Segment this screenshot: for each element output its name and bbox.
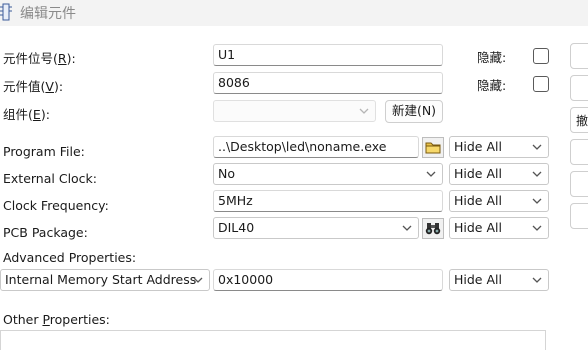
side-button-2[interactable]: [570, 75, 588, 101]
external-clock-label: External Clock:: [3, 171, 98, 186]
chevron-down-icon: [426, 171, 436, 177]
clock-frequency-label: Clock Frequency:: [3, 198, 109, 213]
other-properties-textarea[interactable]: [0, 330, 546, 350]
side-button-5[interactable]: [570, 171, 588, 197]
clock-frequency-visibility[interactable]: Hide All: [449, 190, 549, 212]
chevron-down-icon: [193, 277, 203, 283]
chevron-down-icon: [359, 108, 369, 114]
advanced-property-input[interactable]: 0x10000: [213, 269, 443, 291]
program-file-visibility[interactable]: Hide All: [449, 136, 549, 158]
group-select[interactable]: [213, 100, 376, 122]
new-button[interactable]: 新建(N): [385, 100, 443, 123]
other-properties-label: Other Properties:: [3, 312, 110, 327]
pcb-package-label: PCB Package:: [3, 225, 88, 240]
ref-hidden-checkbox[interactable]: [533, 48, 549, 64]
chevron-down-icon: [532, 277, 542, 283]
side-button-1[interactable]: [570, 43, 588, 69]
pcb-package-visibility[interactable]: Hide All: [449, 217, 549, 239]
component-icon: [0, 3, 12, 21]
ref-hidden-label: 隐藏:: [477, 50, 507, 65]
advanced-properties-label: Advanced Properties:: [3, 250, 137, 265]
external-clock-visibility[interactable]: Hide All: [449, 163, 549, 185]
side-button-3[interactable]: 撤: [570, 107, 588, 133]
window-title: 编辑元件: [20, 6, 76, 22]
advanced-property-visibility[interactable]: Hide All: [449, 269, 549, 291]
package-browse-button[interactable]: [422, 218, 444, 239]
advanced-property-select[interactable]: Internal Memory Start Address: [0, 269, 210, 291]
chevron-down-icon: [532, 225, 542, 231]
program-file-label: Program File:: [3, 144, 85, 159]
program-file-input[interactable]: ..\Desktop\led\noname.exe: [213, 136, 419, 158]
side-button-6[interactable]: [570, 203, 588, 229]
group-label: 组件(E):: [3, 107, 50, 122]
browse-button[interactable]: [422, 137, 444, 158]
binoculars-icon: [425, 223, 441, 235]
ref-label: 元件位号(R):: [3, 51, 76, 66]
side-button-4[interactable]: [570, 139, 588, 165]
value-hidden-checkbox[interactable]: [533, 76, 549, 92]
chevron-down-icon: [532, 171, 542, 177]
chevron-down-icon: [532, 198, 542, 204]
chevron-down-icon: [402, 225, 412, 231]
ref-input[interactable]: U1: [213, 44, 443, 66]
clock-frequency-input[interactable]: 5MHz: [213, 190, 443, 212]
pcb-package-select[interactable]: DIL40: [213, 217, 419, 239]
value-label: 元件值(V):: [3, 79, 64, 94]
title-bar: 编辑元件: [0, 0, 588, 26]
chevron-down-icon: [532, 144, 542, 150]
folder-icon: [425, 142, 441, 154]
value-input[interactable]: 8086: [213, 72, 443, 94]
value-hidden-label: 隐藏:: [477, 78, 507, 93]
external-clock-select[interactable]: No: [213, 163, 443, 185]
